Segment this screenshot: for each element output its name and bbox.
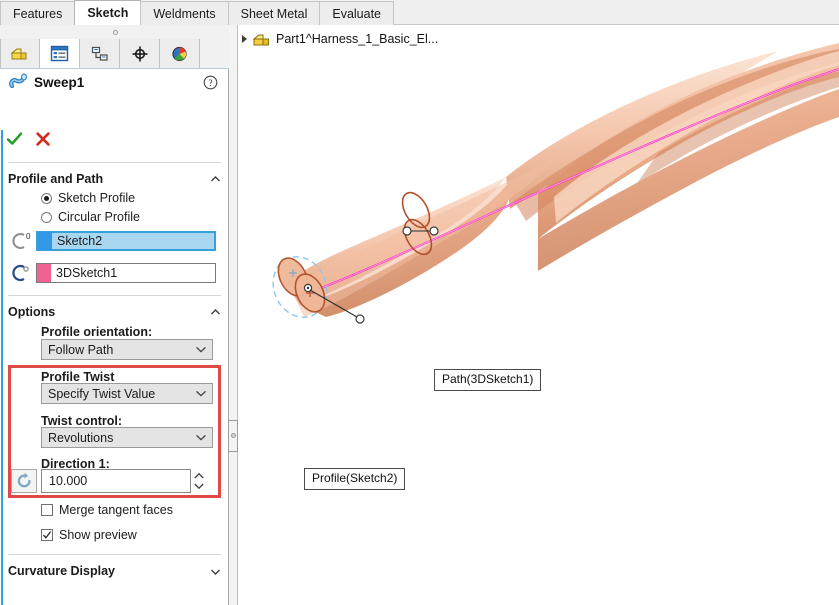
green-check-icon[interactable] bbox=[6, 131, 23, 150]
tab-sketch[interactable]: Sketch bbox=[74, 0, 142, 25]
divider-above-options bbox=[8, 295, 221, 296]
checkbox-label-merge-tangent-faces: Merge tangent faces bbox=[59, 503, 173, 517]
label-profile-twist: Profile Twist bbox=[41, 370, 115, 384]
display-manager-icon[interactable] bbox=[160, 39, 200, 68]
path-selection-value: 3DSketch1 bbox=[56, 266, 118, 280]
checkbox-merge-tangent-faces[interactable]: Merge tangent faces bbox=[41, 503, 173, 517]
tab-sheet-metal[interactable]: Sheet Metal bbox=[227, 1, 321, 25]
red-x-icon[interactable] bbox=[35, 131, 51, 150]
panel-splitter[interactable] bbox=[229, 25, 238, 605]
checkbox-show-preview[interactable]: Show preview bbox=[41, 528, 137, 542]
radio-button-circular-profile[interactable] bbox=[41, 211, 52, 223]
combo-twist-control[interactable]: Revolutions bbox=[41, 427, 213, 448]
direction-1-value: 10.000 bbox=[49, 474, 88, 488]
direction-1-input[interactable]: 10.000 bbox=[41, 469, 191, 493]
property-manager-tabs bbox=[0, 39, 229, 69]
sweep-icon bbox=[8, 73, 28, 91]
direction-1-row: 10.000 bbox=[11, 469, 207, 493]
section-profile-and-path[interactable]: Profile and Path bbox=[8, 169, 221, 189]
chevron-down-icon[interactable] bbox=[195, 431, 207, 445]
section-title-profile-and-path: Profile and Path bbox=[8, 172, 104, 186]
chevron-down-icon[interactable] bbox=[210, 566, 221, 577]
profile-color-swatch bbox=[38, 232, 52, 250]
combo-value-profile-orientation: Follow Path bbox=[48, 342, 114, 357]
radio-label-sketch-profile: Sketch Profile bbox=[58, 191, 136, 205]
graphics-area[interactable]: Part1^Harness_1_Basic_El... Path(3DSketc… bbox=[238, 25, 839, 605]
chevron-up-icon[interactable] bbox=[210, 174, 221, 185]
sweep-preview-model bbox=[272, 43, 839, 324]
dimxpert-manager-icon[interactable] bbox=[120, 39, 160, 68]
label-twist-control: Twist control: bbox=[41, 414, 123, 428]
splitter-grip-dot bbox=[231, 433, 236, 438]
section-title-curvature-display: Curvature Display bbox=[8, 564, 115, 578]
section-title-options: Options bbox=[8, 305, 56, 319]
tab-weldments[interactable]: Weldments bbox=[140, 1, 229, 25]
path-callout[interactable]: Path(3DSketch1) bbox=[434, 369, 542, 391]
feature-title-label: Sweep1 bbox=[34, 74, 85, 90]
chevron-down-icon[interactable] bbox=[195, 343, 207, 357]
label-profile-orientation: Profile orientation: bbox=[41, 325, 153, 339]
divider-above-curvature bbox=[8, 554, 221, 555]
chevron-down-icon[interactable] bbox=[195, 387, 207, 401]
radio-sketch-profile[interactable]: Sketch Profile bbox=[41, 191, 135, 205]
property-manager-panel: Sweep1 ? Profile and Path Sketch Profile… bbox=[0, 25, 229, 605]
svg-text:0: 0 bbox=[26, 232, 31, 241]
path-selection-box[interactable]: 3DSketch1 bbox=[36, 263, 216, 283]
combo-value-profile-twist: Specify Twist Value bbox=[48, 386, 156, 401]
radio-button-sketch-profile[interactable] bbox=[41, 192, 52, 204]
reverse-direction-icon[interactable] bbox=[11, 469, 37, 493]
ok-cancel-row bbox=[6, 129, 76, 151]
path-color-swatch bbox=[37, 264, 51, 282]
profile-selection-box[interactable]: Sketch2 bbox=[36, 231, 216, 251]
path-selection-icon bbox=[10, 263, 36, 283]
panel-drag-bar[interactable] bbox=[0, 25, 229, 40]
feature-title-row: Sweep1 bbox=[0, 68, 229, 96]
section-options[interactable]: Options bbox=[8, 302, 221, 322]
section-curvature-display[interactable]: Curvature Display bbox=[8, 561, 221, 581]
checkbox-box-show-preview[interactable] bbox=[41, 529, 53, 541]
path-selection-row: 3DSketch1 bbox=[10, 263, 216, 283]
command-manager-tabstrip: Features Sketch Weldments Sheet Metal Ev… bbox=[0, 0, 839, 26]
profile-callout[interactable]: Profile(Sketch2) bbox=[304, 468, 406, 490]
checkbox-label-show-preview: Show preview bbox=[59, 528, 137, 542]
profile-selection-row: 0 Sketch2 bbox=[10, 231, 216, 251]
radio-label-circular-profile: Circular Profile bbox=[58, 210, 140, 224]
spin-up-down-icon[interactable] bbox=[191, 469, 207, 493]
svg-text:?: ? bbox=[209, 78, 213, 88]
combo-profile-orientation[interactable]: Follow Path bbox=[41, 339, 213, 360]
tab-features[interactable]: Features bbox=[0, 1, 76, 25]
radio-circular-profile[interactable]: Circular Profile bbox=[41, 210, 140, 224]
tabstrip-filler bbox=[393, 0, 839, 25]
combo-value-twist-control: Revolutions bbox=[48, 430, 114, 445]
divider-above-profile-path bbox=[8, 162, 221, 163]
panel-drag-dot bbox=[113, 30, 118, 35]
combo-profile-twist[interactable]: Specify Twist Value bbox=[41, 383, 213, 404]
tab-evaluate[interactable]: Evaluate bbox=[319, 1, 395, 25]
profile-selection-icon: 0 bbox=[10, 231, 36, 251]
checkbox-box-merge-tangent-faces[interactable] bbox=[41, 504, 53, 516]
configuration-manager-icon[interactable] bbox=[80, 39, 120, 68]
help-question-icon[interactable]: ? bbox=[203, 75, 218, 93]
property-manager-icon[interactable] bbox=[40, 39, 80, 68]
profile-selection-value: Sketch2 bbox=[57, 234, 103, 248]
feature-manager-design-tree-icon[interactable] bbox=[0, 39, 40, 68]
solidworks-window: Features Sketch Weldments Sheet Metal Ev… bbox=[0, 0, 839, 605]
chevron-up-icon[interactable] bbox=[210, 307, 221, 318]
panel-accent-bar bbox=[1, 130, 3, 605]
